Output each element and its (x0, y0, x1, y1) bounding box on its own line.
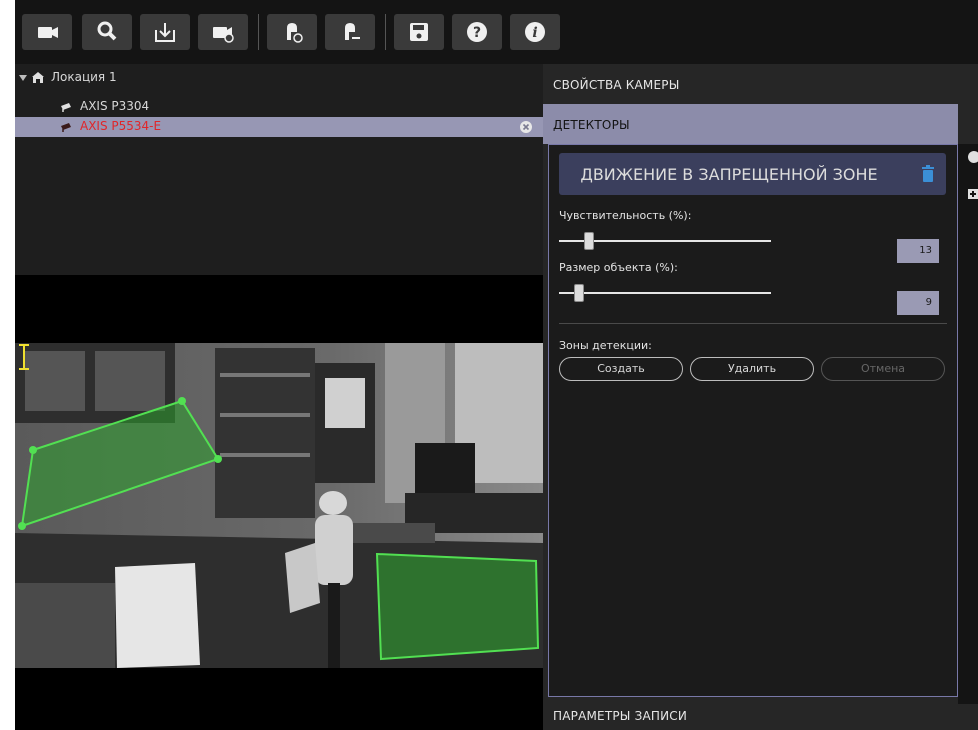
zone-vertex-handle[interactable] (214, 455, 222, 463)
info-icon: i (525, 22, 545, 42)
object-size-value[interactable]: 9 (897, 291, 939, 315)
location-icon (32, 72, 44, 83)
video-frame (15, 343, 543, 668)
zone-vertex-handle[interactable] (178, 397, 186, 405)
remove-user-button[interactable] (325, 14, 375, 50)
create-zone-button[interactable]: Создать (559, 357, 683, 381)
camera-settings-button[interactable] (198, 14, 248, 50)
object-size-slider-thumb[interactable] (574, 284, 584, 302)
detection-zones-label: Зоны детекции: (559, 339, 652, 352)
add-user-button[interactable] (267, 14, 317, 50)
side-strip (958, 144, 978, 704)
save-icon (410, 23, 428, 41)
close-icon[interactable] (519, 120, 533, 134)
toolbar: ? i (15, 0, 978, 64)
device-tree: Локация 1 AXIS P3304 AXIS P5534-E (15, 64, 543, 275)
help-button[interactable]: ? (452, 14, 502, 50)
help-icon: ? (467, 22, 487, 42)
svg-text:?: ? (473, 25, 481, 41)
zone-vertex-handle[interactable] (29, 446, 37, 454)
object-size-value-text: 9 (925, 297, 932, 308)
detectors-header[interactable]: ДЕТЕКТОРЫ (543, 104, 958, 144)
tree-camera-row[interactable]: AXIS P3304 (15, 97, 543, 117)
close-icon[interactable] (967, 150, 978, 164)
text-cursor-icon (19, 344, 29, 370)
add-camera-button[interactable] (22, 14, 72, 50)
camera-name: AXIS P5534-E (80, 119, 162, 133)
section-title: ПАРАМЕТРЫ ЗАПИСИ (553, 709, 688, 723)
info-button[interactable]: i (510, 14, 560, 50)
camera-name: AXIS P3304 (80, 99, 150, 113)
camera-add-icon (38, 27, 58, 38)
search-icon (97, 21, 117, 41)
location-label: Локация 1 (51, 70, 117, 84)
download-button[interactable] (140, 14, 190, 50)
properties-panel: СВОЙСТВА КАМЕРЫ ДЕТЕКТОРЫ ДВИЖЕНИЕ В ЗАП… (543, 64, 978, 730)
detection-zone-polygon[interactable] (375, 552, 540, 661)
cancel-button[interactable]: Отмена (821, 357, 945, 381)
svg-text:i: i (532, 25, 537, 41)
camera-icon (61, 103, 71, 112)
detector-title-bar: ДВИЖЕНИЕ В ЗАПРЕЩЕННОЙ ЗОНЕ (559, 153, 946, 195)
detector-title: ДВИЖЕНИЕ В ЗАПРЕЩЕННОЙ ЗОНЕ (580, 165, 878, 184)
trash-icon[interactable] (921, 165, 935, 183)
sensitivity-value[interactable]: 13 (897, 239, 939, 263)
divider (559, 323, 947, 324)
sensitivity-value-text: 13 (919, 245, 932, 256)
camera-settings-icon (213, 27, 234, 43)
detector-settings-box: ДВИЖЕНИЕ В ЗАПРЕЩЕННОЙ ЗОНЕ Чувствительн… (548, 144, 958, 697)
recording-params-header[interactable]: ПАРАМЕТРЫ ЗАПИСИ (543, 700, 958, 730)
sensitivity-label: Чувствительность (%): (559, 209, 692, 222)
user-remove-icon (345, 23, 360, 40)
camera-properties-header[interactable]: СВОЙСТВА КАМЕРЫ (543, 64, 958, 104)
search-button[interactable] (82, 14, 132, 50)
tree-location-row[interactable]: Локация 1 (15, 68, 543, 88)
app-window: ? i Локация 1 AXIS P3304 AXIS P5534-E СВ… (15, 0, 978, 730)
camera-icon (61, 123, 71, 132)
toolbar-separator (385, 14, 386, 50)
expand-arrow-icon[interactable] (19, 74, 27, 82)
tree-camera-row-selected[interactable]: AXIS P5534-E (15, 117, 543, 137)
section-title: ДЕТЕКТОРЫ (553, 118, 630, 132)
object-size-slider-track[interactable] (559, 292, 771, 294)
section-title: СВОЙСТВА КАМЕРЫ (553, 78, 680, 92)
plus-icon[interactable] (967, 188, 978, 200)
video-area (15, 275, 543, 730)
sensitivity-slider-thumb[interactable] (584, 232, 594, 250)
delete-zone-button[interactable]: Удалить (690, 357, 814, 381)
user-add-icon (287, 23, 303, 43)
camera-video-feed[interactable] (15, 343, 543, 668)
save-button[interactable] (394, 14, 444, 50)
download-icon (155, 23, 175, 42)
toolbar-separator (258, 14, 259, 50)
object-size-label: Размер объекта (%): (559, 261, 678, 274)
zone-vertex-handle[interactable] (18, 522, 26, 530)
